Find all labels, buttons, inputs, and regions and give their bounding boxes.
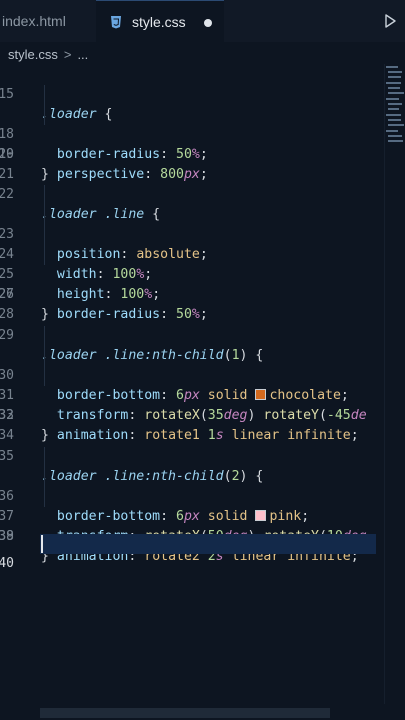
code-line: 27 }: [0, 287, 49, 322]
code-line: 30 border-bottom: 6px solid chocolate;: [0, 326, 405, 403]
code-line: 18 border-radius: 50%;: [0, 85, 405, 162]
code-line: 35 .loader .line:nth-child(2) {: [0, 449, 264, 484]
tab-label: index.html: [2, 13, 66, 29]
code-line: 32 animation: rotate1 1s linear infinite…: [0, 366, 405, 443]
tab-index-html[interactable]: index.html: [0, 0, 96, 42]
minimap[interactable]: [386, 64, 405, 154]
tab-label: style.css: [132, 13, 186, 30]
code-line: 25 height: 100%;: [0, 225, 405, 302]
code-line: 24 width: 100%;: [0, 205, 405, 282]
code-line: 36 border-bottom: 6px solid pink;: [0, 447, 405, 524]
code-line: 23 position: absolute;: [0, 185, 405, 262]
unsaved-dot-icon[interactable]: [204, 19, 212, 27]
tab-bar: index.html style.css: [0, 0, 405, 42]
css-file-icon: [111, 15, 121, 28]
text-cursor: [41, 535, 43, 553]
code-line: 22 .loader .line {: [0, 187, 161, 222]
code-line: 39 }: [0, 529, 49, 564]
line-number: 40: [0, 556, 14, 571]
breadcrumb-separator: >: [63, 46, 72, 62]
code-line: 28: [0, 285, 405, 322]
horizontal-scrollbar[interactable]: [40, 708, 330, 718]
code-line: 15 .loader {: [0, 87, 113, 122]
code-line: 19 perspective: 800px;: [0, 105, 405, 182]
breadcrumb-more[interactable]: ...: [77, 47, 88, 62]
tab-style-css[interactable]: style.css: [96, 0, 224, 42]
code-line: 20 }: [0, 147, 49, 182]
code-editor[interactable]: 15 .loader { 18 border-radius: 50%; 19 p…: [0, 64, 405, 704]
code-line: 38 animation: rotate2 2s linear infinite…: [0, 487, 405, 564]
code-line: 21: [0, 145, 405, 182]
editor-vertical-edge: [384, 64, 385, 704]
code-line: 31 transform: rotateX(35deg) rotateY(-45…: [0, 346, 405, 423]
breadcrumb: style.css > ...: [0, 42, 405, 66]
code-line: 33 }: [0, 408, 49, 443]
code-line: 37 transform: rotateX(50deg) rotateY(10d…: [0, 467, 405, 544]
breadcrumb-file[interactable]: style.css: [8, 47, 58, 62]
code-line: 29 .loader .line:nth-child(1) {: [0, 328, 264, 363]
run-icon[interactable]: [381, 12, 399, 30]
code-line-active: 40: [0, 534, 405, 571]
code-line: 34: [0, 406, 405, 443]
code-line: 26 border-radius: 50%;: [0, 245, 405, 322]
